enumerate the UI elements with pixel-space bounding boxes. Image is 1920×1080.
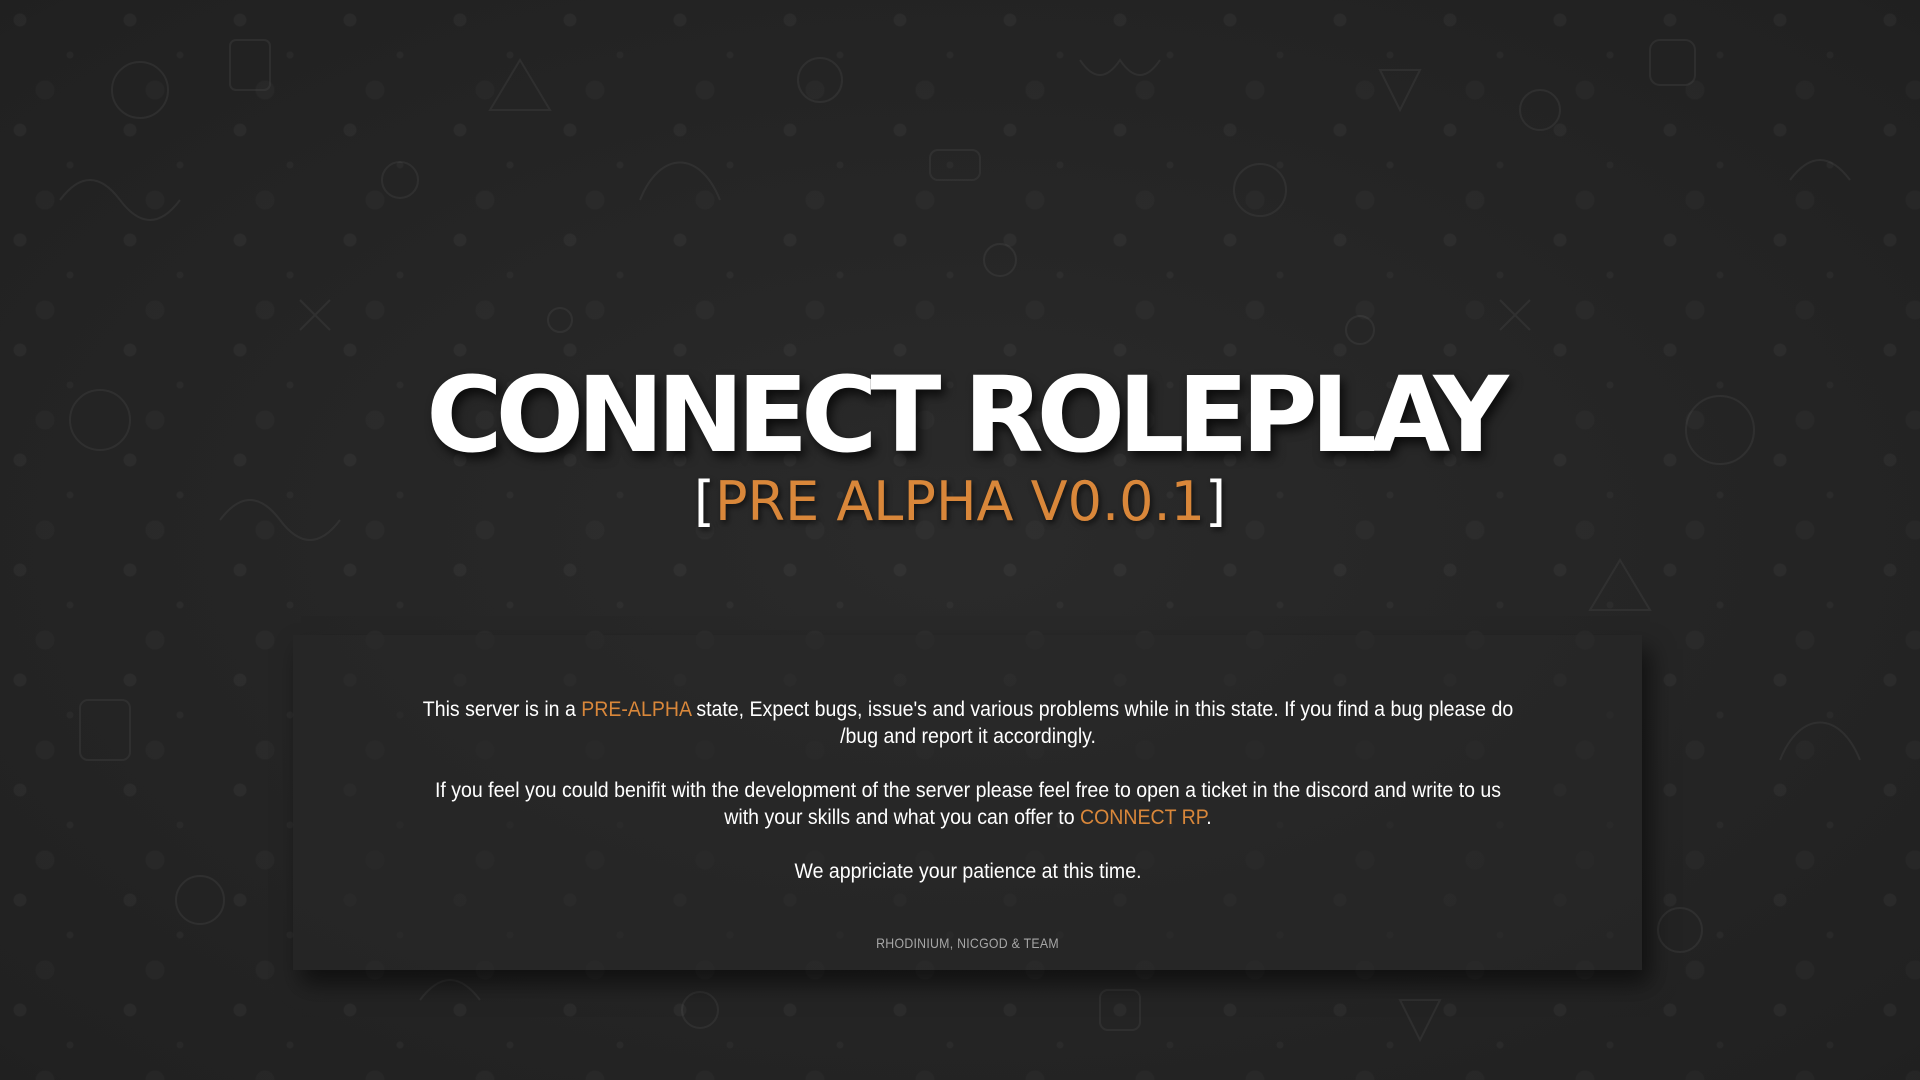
version-close-bracket: ] [1205, 470, 1227, 533]
contribution-notice-before: If you feel you could benifit with the d… [434, 779, 1501, 829]
version-open-bracket: [ [693, 470, 715, 533]
version-label: [PRE ALPHA V0.0.1] [0, 470, 1920, 534]
prealpha-notice-after: state, Expect bugs, issue's and various … [690, 698, 1513, 748]
prealpha-notice-before: This server is in a [422, 698, 581, 721]
loading-screen: CONNECT ROLEPLAY [PRE ALPHA V0.0.1] This… [0, 0, 1920, 1080]
contribution-notice: If you feel you could benifit with the d… [419, 777, 1516, 831]
server-title: CONNECT ROLEPLAY [426, 354, 1508, 476]
credits: RHODINIUM, NICGOD & TEAM [876, 935, 1059, 951]
message-panel: This server is in a PRE-ALPHA state, Exp… [293, 635, 1642, 970]
version-text: PRE ALPHA V0.0.1 [714, 470, 1205, 533]
contribution-notice-after: . [1205, 806, 1212, 829]
patience-notice: We appriciate your patience at this time… [793, 860, 1142, 883]
connect-rp-highlight: CONNECT RP [1079, 806, 1206, 829]
prealpha-notice: This server is in a PRE-ALPHA state, Exp… [419, 696, 1516, 750]
prealpha-highlight: PRE-ALPHA [580, 698, 691, 721]
